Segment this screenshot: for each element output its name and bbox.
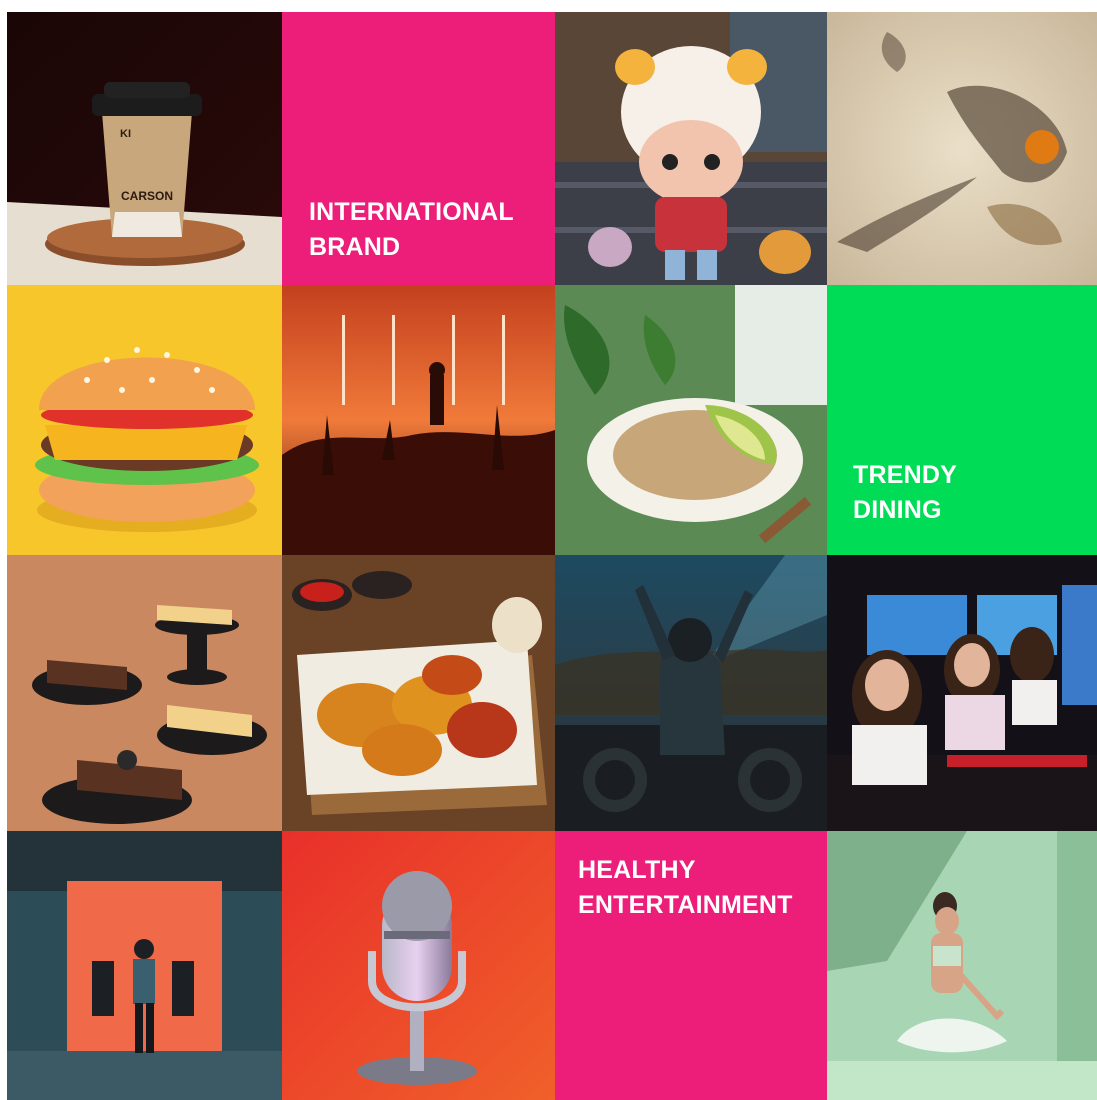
international-brand-line-1: INTERNATIONAL: [309, 198, 514, 226]
healthy-entertainment-tile: HEALTHY ENTERTAINMENT: [555, 831, 827, 1100]
mosaic-grid: KI CARSON INTERNATIONAL BRAND TRENDY DIN…: [7, 12, 1097, 1100]
toy-figure-image: [555, 12, 827, 285]
cheesecake-image: [7, 555, 282, 831]
shadow-art-image: [827, 12, 1097, 285]
gym-image: [7, 831, 282, 1100]
fried-chicken-image: [282, 555, 555, 831]
microphone-image: [282, 831, 555, 1100]
yoga-image: [827, 831, 1097, 1100]
trendy-dining-tile: TRENDY DINING: [827, 285, 1097, 555]
international-brand-line-2: BRAND: [309, 233, 401, 261]
trendy-dining-line-2: DINING: [853, 496, 942, 524]
concert-image: [282, 285, 555, 555]
healthy-entertainment-line-2: ENTERTAINMENT: [578, 891, 793, 919]
cup-logo-text: KI: [120, 128, 131, 140]
coffee-cup-image: KI CARSON: [7, 12, 282, 285]
dj-image: [555, 555, 827, 831]
burger-image: [7, 285, 282, 555]
international-brand-tile: INTERNATIONAL BRAND: [282, 12, 555, 285]
cup-brand-text: CARSON: [121, 189, 173, 203]
trendy-dining-line-1: TRENDY: [853, 461, 957, 489]
healthy-entertainment-line-1: HEALTHY: [578, 856, 696, 884]
healthy-bowl-image: [555, 285, 827, 555]
esports-image: [827, 555, 1097, 831]
